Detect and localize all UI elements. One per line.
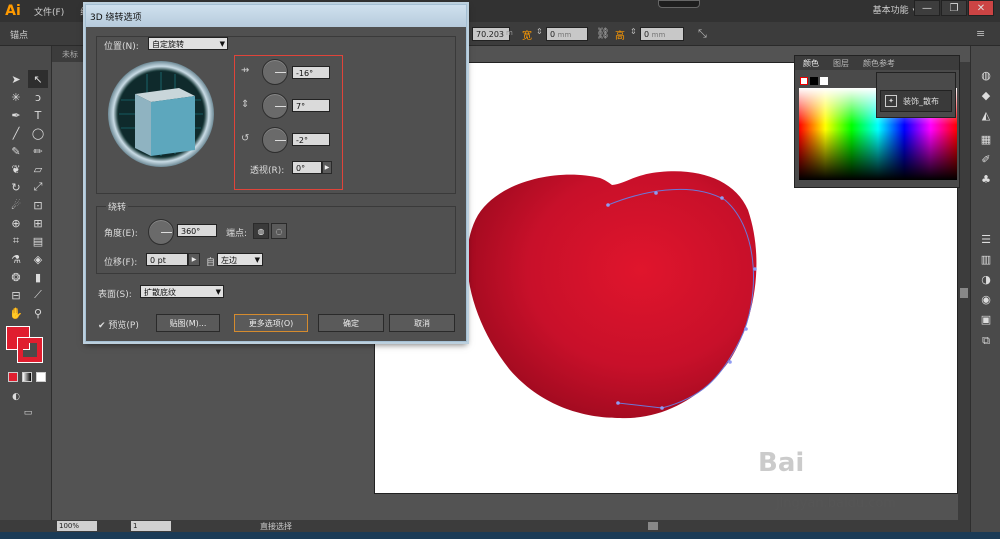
cancel-button[interactable]: 取消 [389, 314, 455, 332]
cube-front-face [135, 94, 151, 156]
appearance-icon[interactable]: ◉ [979, 292, 993, 306]
tab-color[interactable]: 颜色 [803, 58, 819, 69]
white-swatch[interactable] [820, 77, 828, 85]
color-panel-tabs: 颜色 图层 颜色参考 [795, 56, 959, 70]
angle-dial[interactable] [148, 219, 174, 245]
chevron-down-icon: ▼ [254, 256, 260, 264]
dialog-title: 3D 绕转选项 [90, 13, 142, 23]
angle-field[interactable]: 360° [177, 224, 217, 237]
anchor-point [753, 267, 757, 271]
watermark-url: jingyan.baidu.com [776, 496, 896, 511]
apple-shape [467, 171, 757, 419]
rotation-cube-preview[interactable] [107, 60, 215, 168]
cap-off-button[interactable]: ◌ [271, 223, 287, 239]
stroke-icon[interactable]: ☰ [979, 232, 993, 246]
right-dock: ◍ ◆ ◭ ▦ ✐ ♣ ☰ ▥ ◑ ◉ ▣ ⧉ [970, 46, 1000, 532]
surface-dropdown[interactable]: 扩散底纹 ▼ [140, 285, 224, 298]
surface-label: 表面(S): [98, 290, 132, 300]
3d-revolve-dialog: 3D 绕转选项 位置(N): 自定旋转 ▼ ⇸ -16° ⇕ 7° ↺ -2° … [85, 4, 467, 342]
brushes-icon[interactable]: ✐ [979, 152, 993, 166]
chevron-down-icon: ▼ [215, 288, 221, 296]
anchor-point [744, 327, 748, 331]
position-label: 位置(N): [104, 42, 139, 52]
zoom-field[interactable]: 100% [57, 521, 97, 531]
none-swatch[interactable] [800, 77, 808, 85]
brush-icon: ✦ [885, 95, 897, 107]
annotation-highlight-box [234, 55, 343, 190]
artboards-icon[interactable]: ⧉ [979, 334, 993, 348]
cap-label: 端点: [226, 229, 248, 239]
anchor-point [654, 191, 658, 195]
tab-color-guide[interactable]: 颜色参考 [863, 58, 895, 69]
current-tool-status: 直接选择 [260, 522, 292, 531]
color-panel-icon[interactable]: ◍ [979, 68, 993, 82]
position-dropdown[interactable]: 自定旋转 ▼ [148, 37, 228, 50]
transparency-icon[interactable]: ◑ [979, 272, 993, 286]
baidu-watermark-logo: Bai [758, 448, 805, 478]
ok-button[interactable]: 确定 [318, 314, 384, 332]
status-bar: 100% 1 直接选择 [0, 520, 362, 532]
anchor-point [728, 360, 732, 364]
more-options-button[interactable]: 更多选项(O) [234, 314, 308, 332]
horizontal-scrollbar[interactable] [362, 520, 970, 532]
from-label: 自 [206, 258, 216, 268]
offset-field[interactable]: 0 pt [146, 253, 188, 266]
black-swatch[interactable] [810, 77, 818, 85]
dialog-titlebar[interactable]: 3D 绕转选项 [86, 5, 466, 27]
graphic-styles-icon[interactable]: ▣ [979, 312, 993, 326]
anchor-point [616, 401, 620, 405]
symbols-icon[interactable]: ♣ [979, 172, 993, 186]
brush-decoration-item[interactable]: ✦ 装饰_散布 [880, 90, 952, 112]
scroll-thumb[interactable] [960, 288, 968, 298]
revolve-group-label: 绕转 [106, 200, 129, 213]
offset-slider-arrow[interactable]: ▶ [188, 253, 200, 266]
angle-label: 角度(E): [104, 229, 138, 239]
offset-label: 位移(F): [104, 258, 138, 268]
gradient-icon[interactable]: ▥ [979, 252, 993, 266]
scroll-thumb[interactable] [648, 522, 658, 530]
color-guide-icon[interactable]: ◭ [979, 108, 993, 122]
anchor-point [720, 196, 724, 200]
map-art-button[interactable]: 贴图(M)... [156, 314, 220, 332]
swatches-icon[interactable]: ▦ [979, 132, 993, 146]
anchor-point [660, 406, 664, 410]
chevron-down-icon: ▼ [219, 40, 225, 48]
preview-checkbox[interactable]: ✔ 预览(P) [98, 318, 139, 331]
cube-side-face [151, 96, 195, 156]
from-dropdown[interactable]: 左边 ▼ [217, 253, 263, 266]
anchor-point [606, 203, 610, 207]
check-icon: ✔ [98, 321, 106, 331]
layers-icon[interactable]: ◆ [979, 88, 993, 102]
tab-layers[interactable]: 图层 [833, 58, 849, 69]
cap-on-button[interactable]: ◍ [253, 223, 269, 239]
os-taskbar [0, 532, 1000, 539]
artboard-number-field[interactable]: 1 [131, 521, 171, 531]
